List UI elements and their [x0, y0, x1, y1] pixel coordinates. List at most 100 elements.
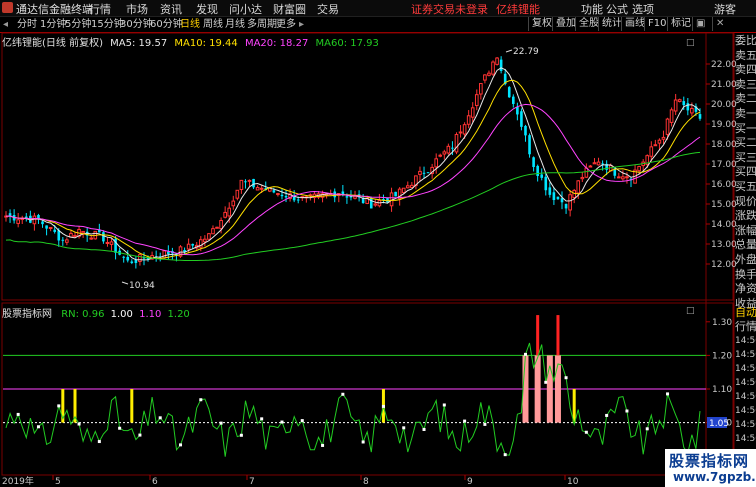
- rn-marker: [321, 443, 325, 447]
- ma5-label: MA5: 19.57: [110, 38, 168, 49]
- rn-marker: [645, 427, 649, 431]
- tick-time: 14:50: [735, 336, 756, 346]
- signal-bar-yellow: [130, 389, 134, 423]
- candle-body: [677, 99, 682, 102]
- candle-body: [45, 225, 48, 229]
- candle-body: [462, 124, 467, 135]
- x-axis-month-5: 5: [55, 477, 61, 487]
- candle-body: [540, 174, 544, 178]
- signal-bar-pink: [534, 355, 541, 423]
- candle-body: [511, 96, 515, 104]
- side-label: 总量: [735, 238, 756, 252]
- high-marker: [505, 49, 513, 53]
- candle-body: [219, 219, 223, 230]
- candle-body: [134, 260, 138, 263]
- rn-marker: [422, 427, 426, 431]
- candle-body: [418, 170, 422, 175]
- candle-body: [564, 203, 568, 209]
- candle-body: [32, 215, 37, 225]
- price-tick-label: 14.00: [711, 220, 737, 230]
- candle-body: [470, 107, 475, 118]
- candle-body: [186, 243, 191, 250]
- tick-time: 14:50: [735, 350, 756, 360]
- candle-body: [61, 239, 65, 241]
- price-tick-label: 12.00: [711, 260, 737, 270]
- candle-body: [548, 187, 552, 195]
- kline-chart-area[interactable]: 22.00 21.00 20.00 19.00 18.00 17.00 16.00 15.00…: [0, 0, 756, 487]
- candle-body: [405, 185, 410, 189]
- candle-body: [65, 239, 69, 243]
- rn-marker: [239, 433, 243, 437]
- rn-marker: [280, 420, 284, 424]
- signal-bar-pink: [546, 355, 553, 423]
- indicator-axis: 1.301.201.101.000.90: [706, 318, 732, 462]
- ma60-label: MA60: 17.93: [315, 38, 379, 49]
- side-label: 净资: [735, 282, 756, 296]
- price-tick-label: 19.00: [711, 120, 737, 130]
- candle-body: [458, 131, 463, 134]
- candle-body: [661, 136, 666, 140]
- indicator-title: 股票指标网: [2, 309, 52, 320]
- chart-settings-icon[interactable]: □: [686, 38, 695, 48]
- x-axis-month-6: 6: [152, 477, 158, 487]
- rn-marker: [564, 376, 568, 380]
- indicator-legend: 股票指标网 RN: 0.96 1.00 1.10 1.20: [2, 305, 190, 320]
- side-label: 买五: [735, 179, 756, 193]
- side-label: 现价: [735, 194, 756, 208]
- rn-marker: [57, 404, 61, 408]
- candle-body: [223, 211, 227, 218]
- candle-body: [621, 176, 625, 180]
- candle-body: [466, 115, 471, 125]
- side-label: 卖五: [735, 48, 756, 62]
- candle-body: [524, 125, 527, 136]
- candle-body: [657, 139, 662, 144]
- candle-body: [446, 145, 451, 154]
- high-label: 22.79: [513, 47, 539, 57]
- side-quote-label[interactable]: 行情: [735, 320, 756, 334]
- candle-body: [53, 229, 57, 232]
- candle-body: [576, 180, 581, 194]
- candle-body: [499, 59, 503, 71]
- indicator-level-1: 1.00: [110, 309, 133, 320]
- ma20-line: [5, 103, 701, 256]
- price-tick-label: 21.00: [711, 80, 737, 90]
- candle-body: [255, 187, 260, 191]
- x-axis-month-9: 9: [467, 477, 473, 487]
- candle-body: [536, 165, 539, 176]
- rn-marker: [260, 417, 264, 421]
- x-axis: 2019年 5 6 7 8 9 10: [2, 475, 579, 487]
- candle-body: [434, 158, 439, 168]
- rn-marker: [483, 422, 487, 426]
- candle-body: [16, 219, 20, 224]
- candle-body: [401, 187, 406, 194]
- candle-body: [207, 233, 211, 240]
- candle-body: [653, 144, 658, 147]
- indicator-settings-icon[interactable]: □: [686, 306, 695, 316]
- side-auto-label[interactable]: 自动: [735, 306, 756, 320]
- candle-body: [162, 250, 167, 259]
- candle-body: [102, 232, 105, 242]
- candle-body: [580, 176, 585, 180]
- rn-marker: [97, 440, 101, 444]
- indicator-rn-value: RN: 0.96: [61, 309, 105, 320]
- indicator-reference-lines: [3, 354, 706, 424]
- main-chart-title: 亿纬锂能(日线 前复权): [2, 38, 103, 49]
- side-label: 委比: [735, 34, 756, 47]
- price-tick-label: 16.00: [711, 180, 737, 190]
- ma10-label: MA10: 19.44: [174, 38, 238, 49]
- candle-body: [584, 167, 589, 178]
- candle-body: [682, 101, 686, 106]
- candle-body: [491, 61, 495, 75]
- signal-bar-red: [556, 315, 560, 356]
- watermark: 股票指标网 www.7gpzb.com: [665, 449, 756, 487]
- x-axis-year: 2019年: [2, 475, 34, 487]
- side-label: 买三: [735, 150, 756, 164]
- candle-body: [215, 226, 219, 229]
- candle-body: [698, 114, 702, 119]
- candle-body: [474, 94, 479, 106]
- side-label: 卖一: [735, 106, 756, 120]
- rn-marker: [442, 403, 446, 407]
- indicator-signal-bars: [61, 315, 576, 423]
- indicator-tick-label: 1.30: [712, 318, 732, 328]
- candle-body: [544, 176, 548, 191]
